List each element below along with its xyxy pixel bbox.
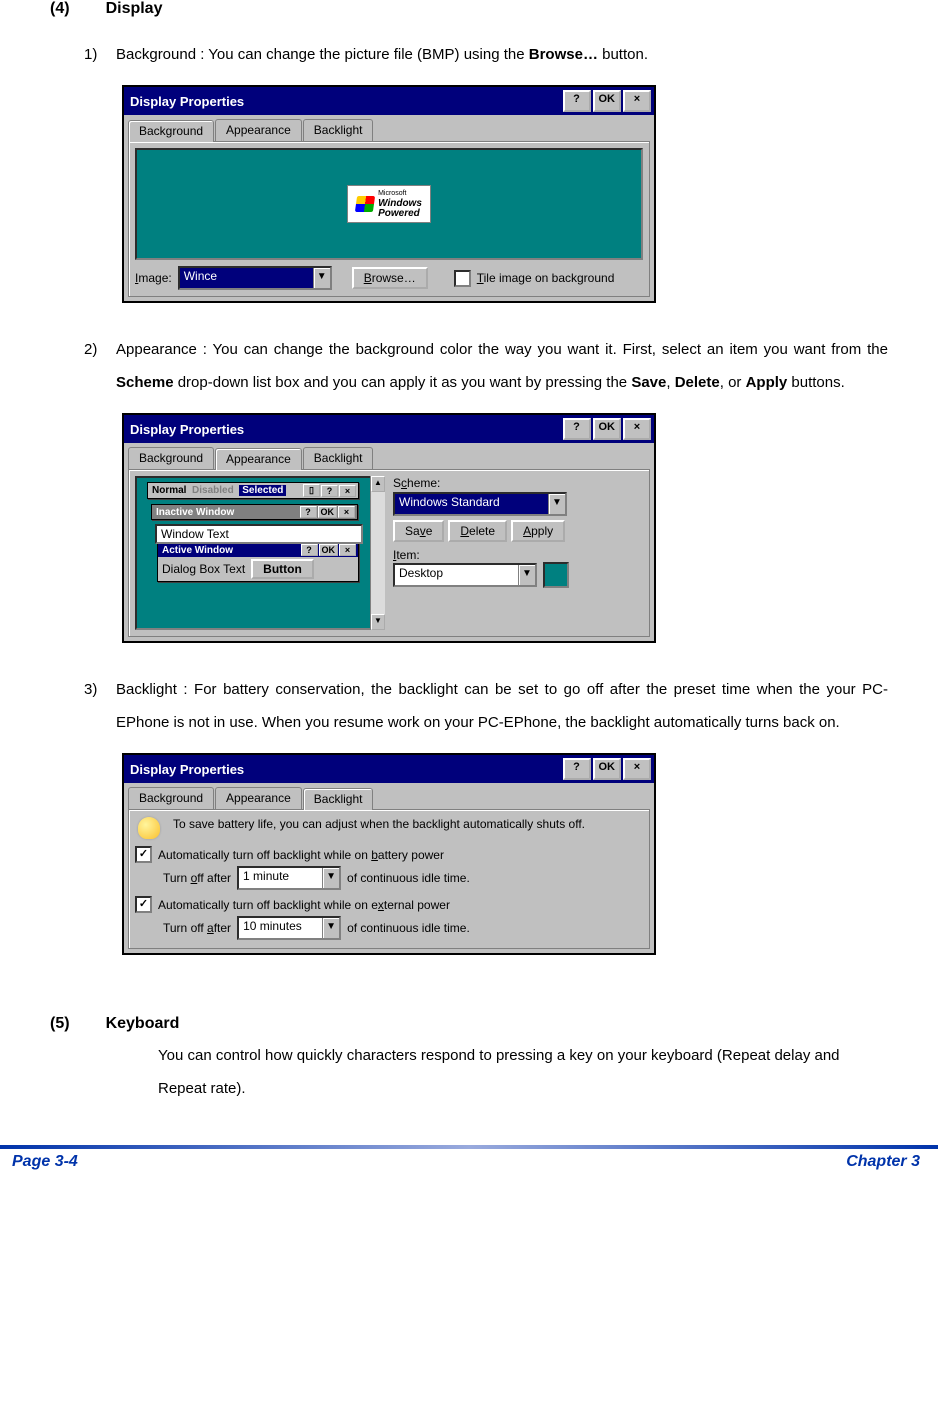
item-1: 1) Background : You can change the pictu… [84, 38, 888, 71]
turnoff-after-label: Turn off after [163, 871, 231, 885]
keyboard-text: You can control how quickly characters r… [158, 1039, 888, 1105]
scroll-down-icon[interactable]: ▼ [371, 614, 385, 630]
backlight-hint: To save battery life, you can adjust whe… [173, 816, 585, 833]
dialog-tabs: Background Appearance Backlight [124, 443, 654, 469]
tab-appearance[interactable]: Appearance [215, 787, 302, 809]
section-4-number: (4) [50, 0, 70, 18]
tab-appearance[interactable]: Appearance [215, 119, 302, 141]
item-2-text: Appearance : You can change the backgrou… [116, 333, 888, 399]
item-3-text: Backlight : For battery conservation, th… [116, 673, 888, 739]
screenshot-appearance-dialog: Display Properties ? OK × Background App… [122, 413, 888, 643]
save-button[interactable]: Save [393, 520, 444, 542]
dialog-title: Display Properties [130, 422, 561, 437]
tile-label: Tile image on background [477, 271, 615, 285]
dialog-titlebar: Display Properties ? OK × [124, 87, 654, 115]
item-combo[interactable]: Desktop ▼ [393, 563, 537, 587]
section-5-heading: (5) Keyboard [50, 1015, 888, 1033]
preview-button: Button [251, 559, 314, 579]
item-3: 3) Backlight : For battery conservation,… [84, 673, 888, 739]
item-label: Item: [393, 548, 643, 562]
lightbulb-icon [135, 816, 163, 840]
windows-flag-icon [355, 196, 375, 212]
help-button[interactable]: ? [563, 758, 591, 780]
close-button[interactable]: × [623, 418, 651, 440]
screenshot-background-dialog: Display Properties ? OK × Background App… [122, 85, 888, 303]
section-4-heading: (4) Display [50, 0, 888, 18]
help-button[interactable]: ? [563, 90, 591, 112]
scheme-combo[interactable]: Windows Standard ▼ [393, 492, 567, 516]
item-1-number: 1) [84, 38, 102, 71]
wallpaper-preview: Microsoft Windows Powered [135, 148, 643, 260]
tab-background[interactable]: Background [128, 447, 214, 469]
browse-button[interactable]: Browse… [352, 267, 428, 289]
external-checkbox[interactable]: ✓ [135, 896, 152, 913]
appearance-preview: Normal Disabled Selected ▯ ? × Inactive … [135, 476, 385, 630]
tab-appearance[interactable]: Appearance [215, 448, 302, 470]
battery-checkbox[interactable]: ✓ [135, 846, 152, 863]
color-swatch[interactable] [543, 562, 569, 588]
dialog-tabs: Background Appearance Backlight [124, 115, 654, 141]
scheme-label: Scheme: [393, 476, 643, 490]
section-4-title: Display [106, 0, 163, 18]
chevron-down-icon[interactable]: ▼ [548, 494, 565, 514]
dialog-title: Display Properties [130, 94, 561, 109]
turnoff-after-label: Turn off after [163, 921, 231, 935]
tab-backlight[interactable]: Backlight [303, 119, 374, 141]
external-checkbox-label: Automatically turn off backlight while o… [158, 898, 450, 912]
image-label: Image: [135, 271, 172, 285]
delete-button[interactable]: Delete [448, 520, 507, 542]
ok-button[interactable]: OK [593, 418, 622, 440]
section-5-number: (5) [50, 1015, 70, 1033]
apply-button[interactable]: Apply [511, 520, 565, 542]
page-footer: Page 3-4 Chapter 3 [0, 1149, 938, 1191]
chevron-down-icon[interactable]: ▼ [313, 268, 330, 288]
chevron-down-icon[interactable]: ▼ [518, 565, 535, 585]
preview-scrollbar[interactable]: ▲ ▼ [370, 476, 385, 630]
scroll-up-icon[interactable]: ▲ [371, 476, 385, 492]
help-icon: ? [321, 485, 338, 497]
item-3-number: 3) [84, 673, 102, 739]
doc-icon: ▯ [303, 484, 320, 497]
tile-checkbox[interactable] [454, 270, 471, 287]
item-2: 2) Appearance : You can change the backg… [84, 333, 888, 399]
chevron-down-icon[interactable]: ▼ [322, 868, 339, 888]
item-2-number: 2) [84, 333, 102, 399]
help-button[interactable]: ? [563, 418, 591, 440]
tab-backlight[interactable]: Backlight [303, 788, 374, 810]
image-combo[interactable]: Wince ▼ [178, 266, 332, 290]
ok-button[interactable]: OK [593, 90, 622, 112]
close-button[interactable]: × [623, 758, 651, 780]
screenshot-backlight-dialog: Display Properties ? OK × Background App… [122, 753, 888, 955]
footer-chapter: Chapter 3 [846, 1153, 920, 1171]
dialog-titlebar: Display Properties ? OK × [124, 415, 654, 443]
external-time-combo[interactable]: 10 minutes ▼ [237, 916, 341, 940]
tab-backlight[interactable]: Backlight [303, 447, 374, 469]
windows-powered-logo: Microsoft Windows Powered [347, 185, 431, 223]
ok-button[interactable]: OK [593, 758, 622, 780]
dialog-titlebar: Display Properties ? OK × [124, 755, 654, 783]
item-1-text: Background : You can change the picture … [116, 38, 888, 71]
footer-page: Page 3-4 [12, 1153, 78, 1171]
close-icon: × [339, 485, 356, 497]
chevron-down-icon[interactable]: ▼ [322, 918, 339, 938]
close-button[interactable]: × [623, 90, 651, 112]
tab-background[interactable]: Background [128, 787, 214, 809]
battery-checkbox-label: Automatically turn off backlight while o… [158, 848, 444, 862]
section-5-title: Keyboard [106, 1015, 180, 1033]
dialog-title: Display Properties [130, 762, 561, 777]
dialog-tabs: Background Appearance Backlight [124, 783, 654, 809]
tab-background[interactable]: Background [128, 120, 214, 142]
battery-time-combo[interactable]: 1 minute ▼ [237, 866, 341, 890]
